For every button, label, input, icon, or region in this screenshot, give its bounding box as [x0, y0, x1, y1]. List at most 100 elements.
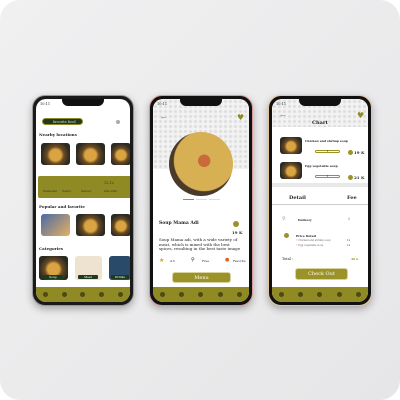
coin-icon	[233, 221, 239, 227]
search-icon[interactable]	[61, 292, 67, 297]
checkout-button[interactable]: Check Out	[295, 268, 348, 280]
coin-icon	[348, 175, 353, 180]
divider	[272, 183, 368, 187]
coin-icon	[284, 233, 289, 238]
phone-cart: 10:11 ← ♥ Chart Chicken and shrimp soup …	[268, 95, 372, 306]
detail-screen: 10:11 ← ♥ Soup Mama Adi 19 K Soup Mama a…	[153, 99, 249, 302]
category-meat[interactable]: Meat	[75, 256, 102, 280]
dish-title: Soup Mama Adi	[159, 221, 199, 226]
bottom-nav	[36, 287, 130, 302]
total-value: 40 k	[351, 257, 359, 261]
back-arrow-icon[interactable]: ←	[161, 114, 167, 122]
line-item: • Chicken and shrimp soup	[296, 239, 331, 242]
quick-dine[interactable]: Dine Until	[104, 190, 117, 193]
inbox-icon[interactable]	[99, 292, 105, 297]
orders-icon[interactable]	[80, 292, 86, 297]
divider	[272, 204, 368, 205]
status-time: 10:11	[157, 102, 168, 106]
account-icon[interactable]	[236, 292, 242, 297]
star-icon: ★	[159, 257, 165, 264]
cart-screen: 10:11 ← ♥ Chart Chicken and shrimp soup …	[272, 99, 368, 302]
back-arrow-icon[interactable]: ←	[280, 112, 286, 120]
phone-detail: 10:11 ← ♥ Soup Mama Adi 19 K Soup Mama a…	[149, 95, 253, 306]
dish-description: Soup Mama adi, with a wide variety of me…	[159, 237, 241, 252]
heart-icon[interactable]: ♥	[357, 111, 364, 120]
notch	[299, 99, 341, 106]
category-label: Soup	[43, 275, 63, 279]
carousel-dot-active[interactable]	[183, 199, 194, 201]
detail-label: Detail	[289, 195, 306, 201]
home-icon[interactable]	[42, 292, 48, 297]
carousel-dot[interactable]	[196, 199, 207, 201]
category-soup[interactable]: Soup	[39, 256, 68, 280]
category-label: Drinks	[111, 275, 129, 279]
item-price: 19 K	[354, 150, 365, 155]
line-item: • Egg vegetable soup	[296, 244, 324, 247]
quantity-stepper[interactable]: 1	[315, 150, 340, 153]
status-time: 10:11	[276, 102, 287, 106]
home-icon[interactable]	[279, 292, 285, 297]
line-name: Egg vegetable soup	[298, 244, 324, 247]
notch	[180, 99, 222, 106]
bike-icon: ⚲	[191, 257, 195, 263]
rating: 4.5	[170, 259, 175, 263]
delivery-label: Delivery	[298, 218, 312, 222]
bottom-nav	[153, 287, 249, 302]
search-input[interactable]: favorite food	[42, 118, 83, 125]
search-icon[interactable]	[179, 292, 185, 297]
heart-icon[interactable]: ♥	[237, 113, 244, 122]
orders-icon[interactable]	[317, 292, 323, 297]
notch	[62, 99, 104, 106]
favorite-label: Favorite	[233, 259, 246, 263]
quick-restaurant[interactable]: Restaurant	[43, 190, 57, 193]
item-image	[280, 162, 302, 179]
inbox-icon[interactable]	[336, 292, 342, 297]
quick-delivery[interactable]: Delivery	[81, 190, 92, 193]
bottom-nav	[272, 287, 368, 302]
home-icon[interactable]	[160, 292, 166, 297]
line-qty: 1x	[347, 244, 351, 247]
account-icon[interactable]	[118, 292, 124, 297]
quick-nearby[interactable]: Nearby	[62, 190, 71, 193]
menu-button[interactable]: Menu	[172, 272, 231, 283]
line-qty: 1x	[347, 239, 351, 242]
account-icon[interactable]	[355, 292, 361, 297]
item-price: 21 K	[354, 175, 365, 180]
category-label: Meat	[78, 275, 98, 279]
quick-band: Restaurant Nearby Delivery 12.12 Dine Un…	[38, 176, 130, 198]
orders-icon[interactable]	[198, 292, 204, 297]
categories-title: Categories	[39, 246, 64, 251]
inbox-icon[interactable]	[217, 292, 223, 297]
carousel-dot[interactable]	[209, 199, 220, 201]
food-card[interactable]	[111, 143, 130, 165]
popular-title: Popular and favorite	[39, 204, 85, 209]
dish-image	[169, 132, 233, 196]
item-name: Egg vegetable soup	[305, 164, 338, 168]
bike-icon: ⚲	[282, 216, 286, 222]
search-icon[interactable]	[298, 292, 304, 297]
fire-icon: ●	[225, 257, 230, 263]
quantity-stepper[interactable]: 1	[315, 175, 340, 178]
fee-label: Fee	[347, 195, 357, 201]
food-card[interactable]	[76, 214, 105, 236]
line-name: Chicken and shrimp soup	[298, 239, 331, 242]
total-label: Total :	[282, 257, 294, 261]
food-card[interactable]	[41, 143, 70, 165]
gear-icon[interactable]	[116, 120, 120, 124]
coin-icon	[348, 150, 353, 155]
item-image	[280, 137, 302, 154]
item-name: Chicken and shrimp soup	[305, 139, 348, 143]
home-screen: 10:11 favorite food Nearby locations Res…	[36, 99, 130, 302]
delivery-fee: Free	[202, 259, 210, 263]
food-card[interactable]	[76, 143, 105, 165]
dish-price: 19 K	[232, 230, 243, 235]
nearby-title: Nearby locations	[39, 132, 77, 137]
price-detail-label: Price Detail	[296, 234, 316, 238]
search-placeholder: favorite food	[53, 120, 76, 124]
delivery-fee: 0	[348, 217, 351, 221]
cart-title: Chart	[312, 120, 328, 126]
phone-home: 10:11 favorite food Nearby locations Res…	[32, 95, 134, 306]
category-drinks[interactable]: Drinks	[109, 256, 130, 280]
food-card[interactable]	[41, 214, 70, 236]
food-card[interactable]	[111, 214, 130, 236]
